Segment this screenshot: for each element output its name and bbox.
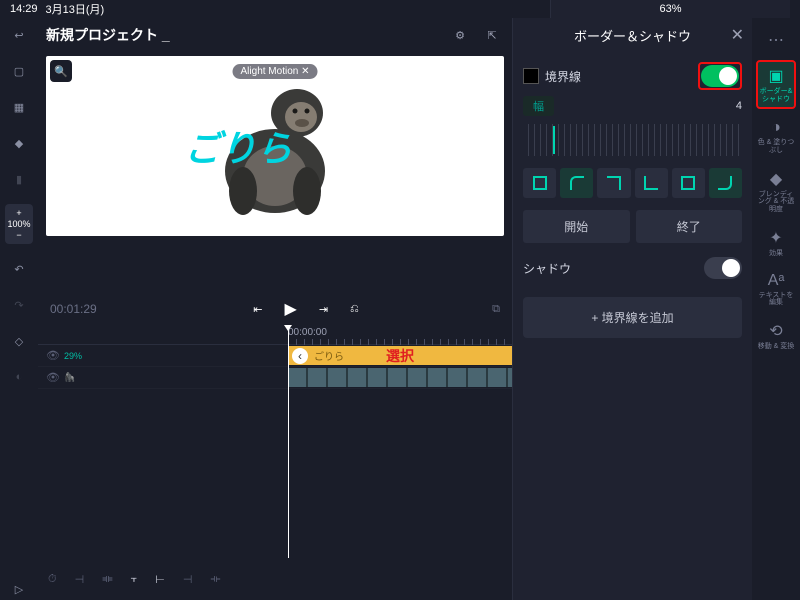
border-toggle[interactable] [701,65,739,87]
corner-round-tl[interactable] [560,168,593,198]
shape-tool-icon[interactable]: ▢ [8,60,30,82]
status-bar: 14:29 3月13日(月) ◉ 63% ▮ [0,0,800,18]
split-icon[interactable]: ⫟ [131,573,138,586]
slider-marker [553,126,555,154]
preview-canvas[interactable]: 🔍 Alight Motion ✕ ごりら [46,56,504,236]
mask-icon[interactable]: ◐ [8,366,30,388]
playhead[interactable] [288,325,289,558]
image-clip[interactable] [288,368,512,387]
border-color-swatch[interactable] [523,68,539,84]
zoom-value: 100% [7,219,30,230]
status-date: 3月13日(月) [46,1,105,17]
shadow-label: シャドウ [523,260,571,277]
layers-icon[interactable]: ◆ [8,132,30,154]
shadow-toggle[interactable] [704,257,742,279]
play-icon[interactable]: ▶ [285,299,297,319]
bottom-toolbar: ⏱ ⊣ ⟚ ⫟ ⊢ ⊣ ⟛ [38,558,512,600]
split-right-icon[interactable]: ⟛ [210,573,220,586]
close-icon[interactable]: ✕ [731,25,744,45]
panel-title: ボーダー＆シャドウ [574,26,691,45]
preview-text-overlay[interactable]: ごりら [184,120,292,172]
camera-icon[interactable]: ▮ [8,168,30,190]
redo-icon[interactable]: ↷ [8,294,30,316]
add-border-button[interactable]: + 境界線を追加 [523,297,742,338]
image-thumb-icon: 🦍 [64,372,75,383]
left-toolbar: ↩ ▢ ▦ ◆ ▮ + 100% − ↶ ↷ ◇ ◐ ▷ [0,18,38,600]
color-fill-tab[interactable]: ◑ 色 & 塗りつぶし [756,115,796,158]
play-outline-icon[interactable]: ▷ [8,578,30,600]
settings-icon[interactable]: ⚙ [448,23,472,47]
undo-icon[interactable]: ↶ [8,258,30,280]
project-title: 新規プロジェクト _ [46,25,440,45]
ruler-zero-label: 00:00:00 [288,327,327,338]
zoom-minus[interactable]: − [7,230,30,241]
text-track[interactable]: 👁 29% ‹ ごりら 選択 [38,345,512,367]
bookmark-icon[interactable]: ⎌ [350,303,359,316]
current-time: 00:01:29 [50,302,120,316]
corner-square[interactable] [523,168,556,198]
status-time: 14:29 [10,3,38,15]
battery-percent: 63% [659,3,681,15]
eye-icon[interactable]: 👁 [46,349,60,362]
keyframe-icon[interactable]: ◇ [8,330,30,352]
chevron-left-icon[interactable]: ‹ [292,348,308,364]
corner-bl[interactable] [635,168,668,198]
copy-icon[interactable]: ⧉ [492,303,500,316]
skip-end-icon[interactable]: ⇥ [319,303,328,316]
trim-left-icon[interactable]: ⊢ [155,573,165,586]
highlight-border-toggle [698,62,742,90]
clip-label: ごりら [314,348,344,363]
border-label: 境界線 [545,68,581,85]
preview-area: 🔍 Alight Motion ✕ ごりら [38,52,512,293]
width-slider[interactable] [523,124,742,156]
split-both-icon[interactable]: ⟚ [102,573,112,586]
properties-panel: ボーダー＆シャドウ ✕ 境界線 幅 4 [512,18,752,600]
app-header: 新規プロジェクト _ ⚙ ⇱ [38,18,512,52]
grid-tool-icon[interactable]: ▦ [8,96,30,118]
eye-icon[interactable]: 👁 [46,371,60,384]
effects-tab[interactable]: ✦ 効果 [756,224,796,262]
skip-start-icon[interactable]: ⇤ [253,303,262,316]
track-fps-label: 29% [64,351,82,361]
timeline[interactable]: 00:00:00 👁 29% ‹ ごりら 選択 [38,325,512,558]
border-shadow-tab[interactable]: ▣ ボーダー& シャドウ [756,60,796,109]
time-ruler[interactable]: 00:00:00 [38,325,512,345]
transport-bar: 00:01:29 ⇤ ▶ ⇥ ⎌ ⧉ [38,293,512,325]
effect-category-rail: ⋯ ▣ ボーダー& シャドウ ◑ 色 & 塗りつぶし ◆ ブレンディング & 不… [752,18,800,600]
image-track[interactable]: 👁 🦍 [38,367,512,389]
text-edit-tab[interactable]: Aᵃ テキストを編集 [756,268,796,311]
start-button[interactable]: 開始 [523,210,630,243]
speed-icon[interactable]: ⏱ [48,573,57,586]
selection-label: 選択 [386,346,414,366]
split-left-icon[interactable]: ⊣ [75,573,85,586]
corner-round-br[interactable] [709,168,742,198]
panel-header: ボーダー＆シャドウ ✕ [513,18,752,52]
width-value: 4 [736,100,742,112]
zoom-control[interactable]: + 100% − [5,204,32,244]
width-label[interactable]: 幅 [523,96,554,116]
zoom-plus[interactable]: + [7,208,30,219]
corner-tr[interactable] [597,168,630,198]
transform-tab[interactable]: ⟲ 移動 & 変換 [756,317,796,355]
corner-cut[interactable] [672,168,705,198]
back-icon[interactable]: ↩ [8,24,30,46]
corner-style-grid [523,164,742,206]
more-icon[interactable]: ⋯ [756,26,796,54]
trim-right-icon[interactable]: ⊣ [183,573,193,586]
blending-tab[interactable]: ◆ ブレンディング & 不透明度 [756,165,796,218]
end-button[interactable]: 終了 [636,210,743,243]
magnify-icon[interactable]: 🔍 [50,60,72,82]
export-icon[interactable]: ⇱ [480,23,504,47]
text-clip[interactable]: ‹ ごりら 選択 [288,346,512,365]
